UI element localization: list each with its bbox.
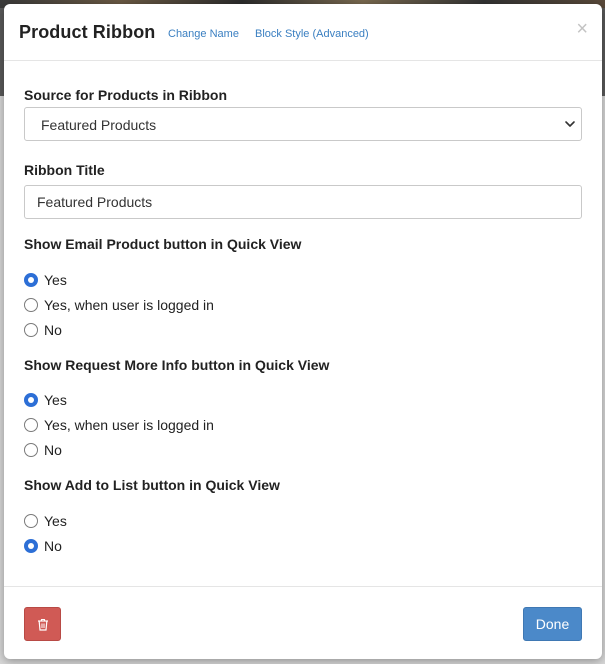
block-style-link[interactable]: Block Style (Advanced) [255,28,369,40]
radio-label: Yes [44,272,67,288]
modal-footer: Done [4,586,602,659]
radio-label: No [44,538,62,554]
ribbon-title-input[interactable] [24,185,582,219]
radio-button[interactable] [24,298,38,312]
trash-icon [38,618,48,631]
change-name-link[interactable]: Change Name [168,28,239,40]
radio-button[interactable] [24,273,38,287]
radio-button[interactable] [24,323,38,337]
info-group-label: Show Request More Info button in Quick V… [24,357,330,373]
radio-button[interactable] [24,514,38,528]
radio-label: Yes [44,392,67,408]
email-group-label: Show Email Product button in Quick View [24,236,302,252]
radio-button[interactable] [24,418,38,432]
modal-header: Product Ribbon Change Name Block Style (… [4,4,602,61]
source-label: Source for Products in Ribbon [24,87,228,103]
radio-label: No [44,322,62,338]
ribbon-title-label: Ribbon Title [24,162,105,178]
radio-label: Yes [44,513,67,529]
list-group-label: Show Add to List button in Quick View [24,477,280,493]
radio-label: No [44,442,62,458]
close-icon[interactable]: × [576,19,588,39]
product-ribbon-modal: Product Ribbon Change Name Block Style (… [4,4,602,659]
delete-button[interactable] [24,607,61,641]
source-select[interactable]: Featured Products [24,107,582,141]
chevron-down-icon [565,121,575,127]
done-button[interactable]: Done [523,607,582,641]
radio-label: Yes, when user is logged in [44,417,214,433]
source-select-value: Featured Products [41,117,157,133]
radio-button[interactable] [24,443,38,457]
modal-title: Product Ribbon [19,22,156,42]
radio-button[interactable] [24,539,38,553]
radio-button[interactable] [24,393,38,407]
radio-label: Yes, when user is logged in [44,297,214,313]
